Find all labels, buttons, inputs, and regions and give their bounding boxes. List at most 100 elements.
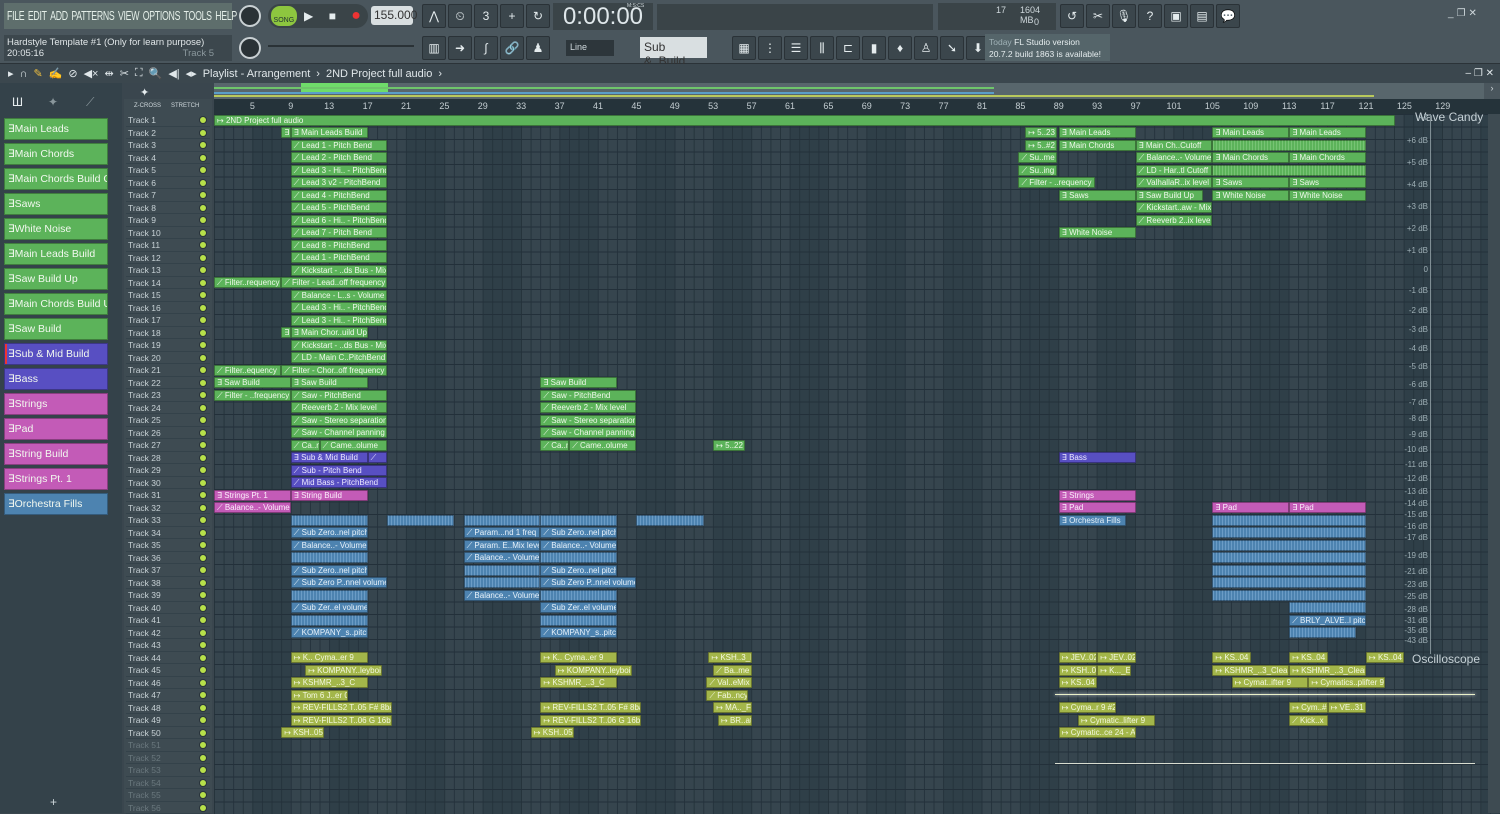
track-header[interactable]: Track 32 [126,502,210,515]
pattern-clip[interactable]: ∃ Main Leads [1059,127,1136,138]
browser-icon[interactable]: ⊏ [836,36,860,60]
pattern-item[interactable]: ∃ Main Leads Build [4,243,108,265]
audio-clip[interactable] [1212,140,1366,151]
pattern-item[interactable]: ∃ Sub & Mid Build [4,343,108,365]
automation-clip[interactable]: ⟋ Saw - Stereo separation [540,415,636,426]
master-volume-knob[interactable] [239,5,261,27]
stop-button[interactable]: ■ [320,4,344,28]
slip-tool-icon[interactable]: ⇹ [104,67,113,80]
audio-clip[interactable]: ↦ KSHMR_..3_Clean [1212,665,1289,676]
add-pattern-button[interactable]: + [50,795,57,809]
track-mute-toggle[interactable] [200,592,206,598]
automation-clip[interactable]: ⟋ Su..me [1018,152,1056,163]
automation-clip[interactable]: ⟋ Fab..ncy [706,690,747,701]
pattern-clip[interactable]: ∃ [281,127,291,138]
audio-clip[interactable]: ↦ K..._E [1097,665,1131,676]
track-mute-toggle[interactable] [200,430,206,436]
automation-clip[interactable]: ⟋ Filter - ..requency [1018,177,1095,188]
audio-clip[interactable]: ↦ KS..04 [1289,652,1327,663]
automation-clip[interactable]: ⟋ Lead 8 - PitchBend [291,240,387,251]
track-header[interactable]: Track 29 [126,464,210,477]
track-mute-toggle[interactable] [200,555,206,561]
zcross-toggle[interactable]: Z-CROSS [133,103,162,110]
pattern-clip[interactable]: ∃ White Noise [1059,227,1136,238]
track-mute-toggle[interactable] [200,455,206,461]
track-mute-toggle[interactable] [200,155,206,161]
track-mute-toggle[interactable] [200,767,206,773]
automation-clip[interactable]: ⟋ Filter..requency [214,277,281,288]
automation-clip[interactable]: ⟋ Sub - Pitch Bend [291,465,387,476]
mixer-icon[interactable]: ⫼ [810,36,834,60]
track-header[interactable]: Track 15 [126,289,210,302]
track-mute-toggle[interactable] [200,317,206,323]
automation-clip[interactable]: ⟋ Ca..me [540,440,569,451]
pattern-item[interactable]: ∃ Orchestra Fills [4,493,108,515]
track-mute-toggle[interactable] [200,305,206,311]
track-header[interactable]: Track 10 [126,227,210,240]
automation-clip[interactable]: ⟋ ValhallaR..ix level [1136,177,1213,188]
audio-clip[interactable] [1212,540,1366,551]
track-header[interactable]: Track 41 [126,614,210,627]
timeline-ruler[interactable]: 5913172125293337414549535761656973778185… [214,99,1500,114]
playlist-grid[interactable]: ↦ 2ND Project full audio∃ ∃ Main Leads B… [214,114,1500,814]
master-pitch-knob[interactable] [239,37,261,59]
track-mute-toggle[interactable] [200,292,206,298]
automation-clip[interactable]: ⟋ Su..ing [1018,165,1056,176]
automation-clip[interactable]: ⟋ Balance..- Volume [464,552,541,563]
audio-clip[interactable] [1212,565,1366,576]
audio-clip[interactable]: ↦ KS..04 [1366,652,1404,663]
pattern-clip[interactable]: ∃ Orchestra Fills [1059,515,1126,526]
automation-clip[interactable]: ⟋ Lead 6 - Hi.. - PitchBend [291,215,387,226]
maximize-icon[interactable]: ❐ [1457,8,1466,19]
pattern-item[interactable]: ∃ Main Chords Build Up [4,293,108,315]
track-mute-toggle[interactable] [200,505,206,511]
track-header[interactable]: Track 36 [126,552,210,565]
pattern-clip[interactable]: ∃ Pad [1289,502,1366,513]
track-header[interactable]: Track 17 [126,314,210,327]
track-header[interactable]: Track 24 [126,402,210,415]
pattern-clip[interactable]: ∃ Main Ch..Cutoff [1136,140,1213,151]
track-header[interactable]: Track 23 [126,389,210,402]
step-edit-icon[interactable]: + [500,4,524,28]
audio-clip[interactable] [387,515,454,526]
typing-keyboard-icon[interactable]: ♟ [526,36,550,60]
automation-clip[interactable]: ⟋ Came..olume [569,440,636,451]
audio-clip[interactable] [1212,577,1366,588]
track-header[interactable]: Track 5 [126,164,210,177]
paint-tool-icon[interactable]: ✍ [49,67,63,80]
audio-clip[interactable] [464,565,541,576]
track-header[interactable]: Track 55 [126,789,210,802]
pattern-clip[interactable]: ∃ Saw Build [291,377,368,388]
pattern-clip[interactable]: ∃ Main Chords [1289,152,1366,163]
track-header[interactable]: Track 7 [126,189,210,202]
track-mute-toggle[interactable] [200,717,206,723]
pattern-item[interactable]: ∃ Bass [4,368,108,390]
audio-clip[interactable] [1212,527,1366,538]
track-header[interactable]: Track 51 [126,739,210,752]
pattern-clip[interactable]: ∃ Saw Build Up [1136,190,1203,201]
playlist-icon[interactable]: ▦ [732,36,756,60]
playlist-window-controls[interactable]: – ❐ ✕ [1466,68,1494,79]
audio-clip-icon[interactable]: ✦ [140,86,149,99]
audio-clip[interactable]: ↦ REV-FILLS2 T..05 F# 8bar [540,702,641,713]
automation-clip[interactable]: ⟋ Reeverb 2 - Mix level [540,402,636,413]
track-header[interactable]: Track 54 [126,777,210,790]
pattern-item[interactable]: ∃ Main Chords Build Cutoff [4,168,108,190]
audio-clip[interactable]: ↦ BR..ate [718,715,752,726]
track-header[interactable]: Track 28 [126,452,210,465]
audio-clip[interactable] [464,515,541,526]
delete-tool-icon[interactable]: ⊘ [68,67,77,80]
close-icon[interactable]: ✕ [1469,8,1477,19]
automation-clip[interactable]: ⟋ Reeverb 2 - Mix level [291,402,387,413]
automation-clip[interactable]: ⟋ Filter - ..frequency [214,390,291,401]
pattern-clip[interactable]: ∃ Main Leads [1212,127,1289,138]
track-header[interactable]: Track 48 [126,702,210,715]
automation-clip[interactable]: ⟋ Ba..me [713,665,751,676]
audio-clip[interactable]: ↦ Cymat..ifter 9 [1232,677,1309,688]
tempo-display[interactable]: 155.000 [371,6,413,25]
track-header[interactable]: Track 42 [126,627,210,640]
audio-clip[interactable]: ↦ Cymatics..plifter 9 [1308,677,1385,688]
pattern-item[interactable]: ∃ Saw Build [4,318,108,340]
track-mute-toggle[interactable] [200,392,206,398]
track-mute-toggle[interactable] [200,480,206,486]
